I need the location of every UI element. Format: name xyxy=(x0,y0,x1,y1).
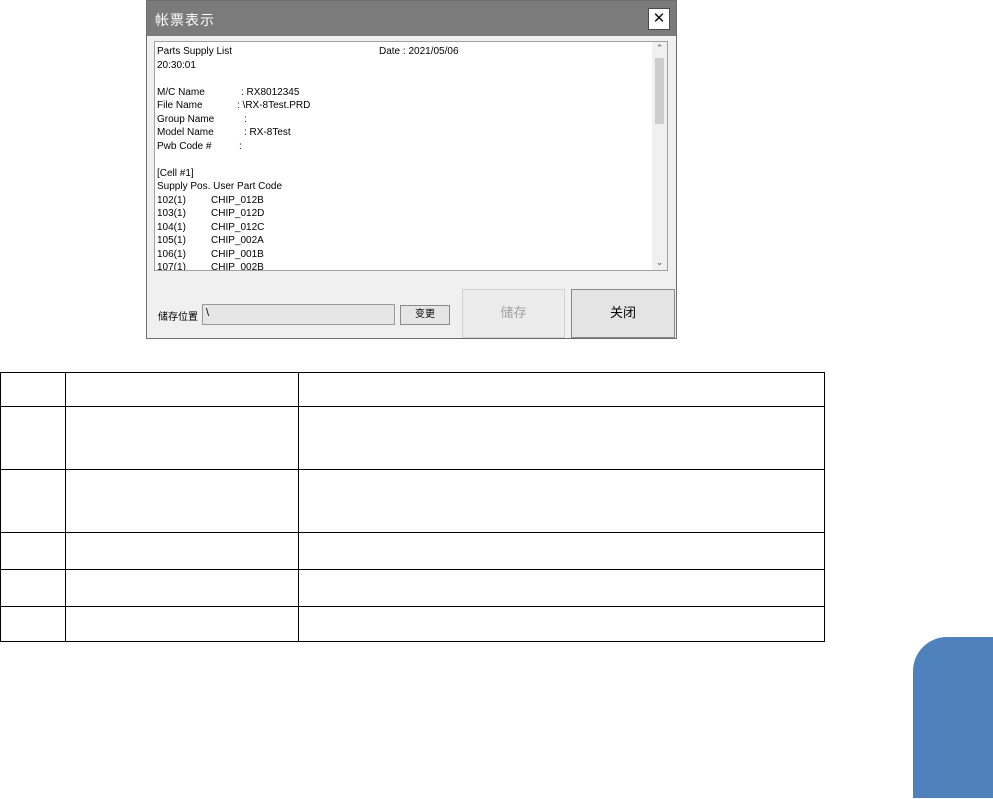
table-cell xyxy=(298,469,825,533)
report-line: File Name : \RX-8Test.PRD xyxy=(157,99,652,113)
report-line-label: Parts Supply List xyxy=(157,46,233,57)
report-text-area[interactable]: Parts Supply List Date : 2021/05/06 20:30:… xyxy=(154,41,668,271)
report-line-value: CHIP_012B xyxy=(211,194,264,206)
report-line: Supply Pos. User Part Code xyxy=(157,180,652,194)
report-line-value: CHIP_002A xyxy=(211,235,264,246)
report-line: Group Name: xyxy=(157,113,652,127)
table-row xyxy=(0,606,825,642)
report-line: Parts Supply List Date : 2021/05/06 xyxy=(157,45,652,59)
save-button[interactable]: 储存 xyxy=(462,289,565,338)
report-line: [Cell #1] xyxy=(157,167,652,181)
chapter-side-tab xyxy=(913,637,993,798)
report-line: 107(1) CHIP_002B xyxy=(157,261,652,270)
report-line: M/C Name : RX8012345 xyxy=(157,86,652,100)
table-row xyxy=(0,469,825,533)
report-line-label: 106(1) xyxy=(157,248,186,260)
table-cell xyxy=(65,469,299,533)
report-line: 20:30:01 xyxy=(157,59,652,73)
vertical-scrollbar[interactable]: ⌃ ⌄ xyxy=(652,42,667,270)
report-line: 106(1) CHIP_001B xyxy=(157,248,652,262)
table-row xyxy=(0,406,825,470)
report-line-label: 20:30:01 xyxy=(157,59,196,71)
report-display-dialog: 帐票表示 ✕ Parts Supply List Date : 2021/05/0… xyxy=(146,0,677,339)
table-cell xyxy=(0,532,66,570)
table-cell xyxy=(0,569,66,607)
report-line: 104(1) CHIP_012C xyxy=(157,221,652,235)
table-row xyxy=(0,532,825,570)
table-cell xyxy=(65,606,299,642)
report-line-value: : RX-8Test xyxy=(244,127,291,138)
report-line: 103(1) CHIP_012D xyxy=(157,207,652,221)
report-line-label: 107(1) xyxy=(157,262,186,270)
report-line: 105(1) CHIP_002A xyxy=(157,234,652,248)
report-line-label: Model Name xyxy=(157,127,214,138)
report-line-label: [Cell #1] xyxy=(157,167,194,179)
table-cell xyxy=(0,606,66,642)
report-line-label: 102(1) xyxy=(157,194,186,206)
report-line-value: CHIP_001B xyxy=(211,248,264,260)
table-cell xyxy=(298,606,825,642)
report-line-value: CHIP_002B xyxy=(211,262,264,270)
table-cell xyxy=(0,469,66,533)
report-line-value: CHIP_012C xyxy=(211,221,265,233)
table-row xyxy=(0,569,825,607)
table-cell xyxy=(298,569,825,607)
report-line-value: : RX8012345 xyxy=(241,86,300,98)
report-line-value: Date : 2021/05/06 xyxy=(379,46,459,57)
table-cell xyxy=(298,372,825,407)
report-line-label: 105(1) xyxy=(157,235,186,246)
table-cell xyxy=(0,372,66,407)
change-button[interactable]: 变更 xyxy=(400,305,450,325)
report-line: 102(1) CHIP_012B xyxy=(157,194,652,208)
table-cell xyxy=(65,372,299,407)
report-line-label: M/C Name xyxy=(157,86,205,98)
save-location-input[interactable]: \ xyxy=(202,304,395,325)
scroll-thumb[interactable] xyxy=(655,58,664,124)
report-line-value: : xyxy=(244,113,247,125)
report-line-label: Group Name xyxy=(157,113,215,125)
report-line-label: Pwb Code # xyxy=(157,140,212,152)
table-cell xyxy=(65,569,299,607)
table-cell xyxy=(0,406,66,470)
report-line-label: 104(1) xyxy=(157,221,186,233)
table-cell xyxy=(65,532,299,570)
report-line-label: 103(1) xyxy=(157,208,186,219)
report-line-value: : xyxy=(239,140,242,152)
table-cell xyxy=(298,532,825,570)
scroll-down-icon[interactable]: ⌄ xyxy=(652,257,667,269)
table-cell xyxy=(65,406,299,470)
close-button[interactable]: 关闭 xyxy=(571,289,675,338)
report-line-label: Supply Pos. User Part Code xyxy=(157,181,283,192)
save-location-label: 储存位置 xyxy=(158,312,198,323)
report-line-value: CHIP_012D xyxy=(211,208,265,219)
scroll-up-icon[interactable]: ⌃ xyxy=(652,43,667,55)
close-icon[interactable]: ✕ xyxy=(648,8,670,30)
report-line xyxy=(157,72,652,86)
dialog-footer: 储存位置 \ 变更 储存 关闭 xyxy=(147,276,676,338)
report-line: Pwb Code #: xyxy=(157,140,652,154)
dialog-title: 帐票表示 xyxy=(155,13,215,29)
table-row xyxy=(0,372,825,407)
description-table xyxy=(0,372,825,642)
report-content: Parts Supply List Date : 2021/05/06 20:30:… xyxy=(157,45,652,270)
report-line xyxy=(157,153,652,167)
table-cell xyxy=(298,406,825,470)
report-line: Model Name : RX-8Test xyxy=(157,126,652,140)
report-line-label: File Name xyxy=(157,100,203,111)
dialog-titlebar[interactable]: 帐票表示 ✕ xyxy=(147,1,676,36)
report-line-value: : \RX-8Test.PRD xyxy=(237,100,311,111)
